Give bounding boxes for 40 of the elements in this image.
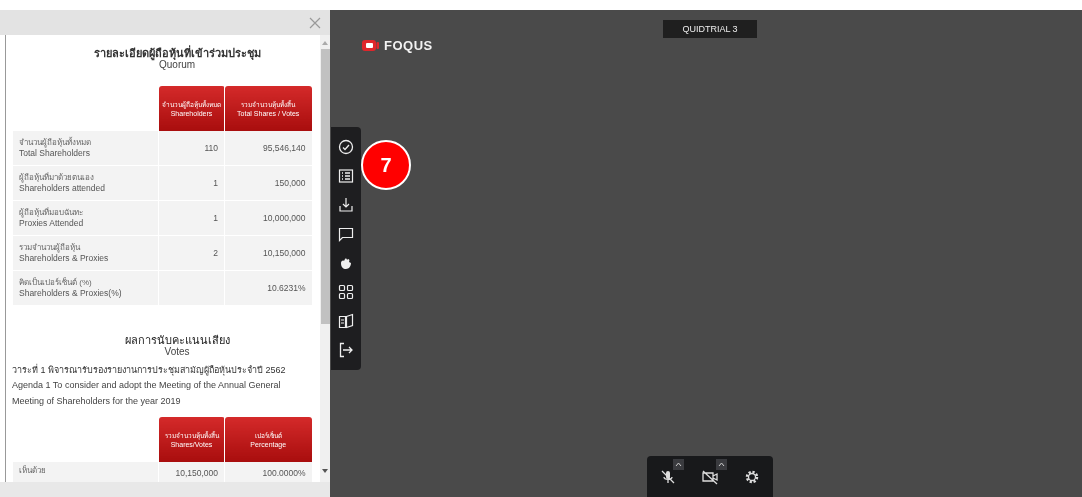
step-badge: 7 bbox=[361, 140, 411, 190]
table-cell: 150,000 bbox=[224, 165, 312, 201]
chat-icon[interactable] bbox=[338, 226, 354, 243]
table-cell: เห็นด้วย bbox=[12, 462, 159, 482]
table-cell: 10.6231% bbox=[224, 270, 312, 306]
table-cell: ผู้ถือหุ้นที่มอบฉันทะ Proxies Attended bbox=[12, 200, 159, 236]
table-cell: 110 bbox=[158, 131, 225, 166]
caret-icon[interactable] bbox=[716, 458, 727, 470]
download-icon[interactable] bbox=[338, 197, 354, 214]
table-cell: 10,150,000 bbox=[158, 462, 225, 482]
agenda-text: Agenda 1 To consider and adopt the Meeting of the Annual General Meeting of Shareholders for the year 2019 bbox=[12, 379, 282, 408]
camera-off-icon[interactable] bbox=[701, 468, 719, 485]
section-title: ผลการนับคะแนนเสียง bbox=[123, 334, 231, 346]
section-subtitle: Quorum bbox=[159, 59, 196, 70]
table-cell: จำนวนผู้ถือหุ้นทั้งหมด Total Shareholders bbox=[12, 131, 159, 166]
table-cell: 1 bbox=[158, 200, 225, 236]
section-subtitle: Votes bbox=[163, 346, 191, 357]
grid-icon[interactable] bbox=[338, 283, 354, 300]
table-cell: รวมจำนวนผู้ถือหุ้น Shareholders & Proxies bbox=[12, 235, 159, 271]
agenda-text: วาระที่ 1 พิจารณารับรองรายงานการประชุมสามัญผู้ถือหุ้นประจำปี 2562 bbox=[12, 363, 287, 377]
scroll-down-icon[interactable] bbox=[322, 469, 329, 473]
table-cell: 95,546,140 bbox=[224, 131, 312, 166]
meeting-name-label: QUIDTRIAL 3 bbox=[663, 20, 757, 38]
table-cell: 10,150,000 bbox=[224, 235, 312, 271]
logo-text: FOQUS bbox=[384, 38, 433, 53]
mic-off-icon[interactable] bbox=[659, 468, 676, 485]
exit-icon[interactable] bbox=[338, 341, 354, 358]
table-cell: คิดเป็นเปอร์เซ็นต์ (%) Shareholders & Proxies(%) bbox=[12, 270, 159, 306]
table-cell: 100.0000% bbox=[224, 462, 312, 482]
book-icon[interactable] bbox=[338, 312, 354, 329]
scrollbar[interactable] bbox=[320, 35, 330, 482]
caret-icon[interactable] bbox=[672, 458, 684, 470]
table-cell: 10,000,000 bbox=[224, 200, 312, 236]
logo-icon bbox=[362, 38, 380, 53]
list-icon[interactable] bbox=[338, 168, 354, 185]
settings-icon[interactable] bbox=[744, 468, 761, 485]
table-cell: 1 bbox=[158, 165, 225, 201]
check-circle-icon[interactable] bbox=[338, 139, 354, 156]
table-cell: ผู้ถือหุ้นที่มาด้วยตนเอง Shareholders attended bbox=[12, 165, 159, 201]
table-cell: 2 bbox=[158, 235, 225, 271]
